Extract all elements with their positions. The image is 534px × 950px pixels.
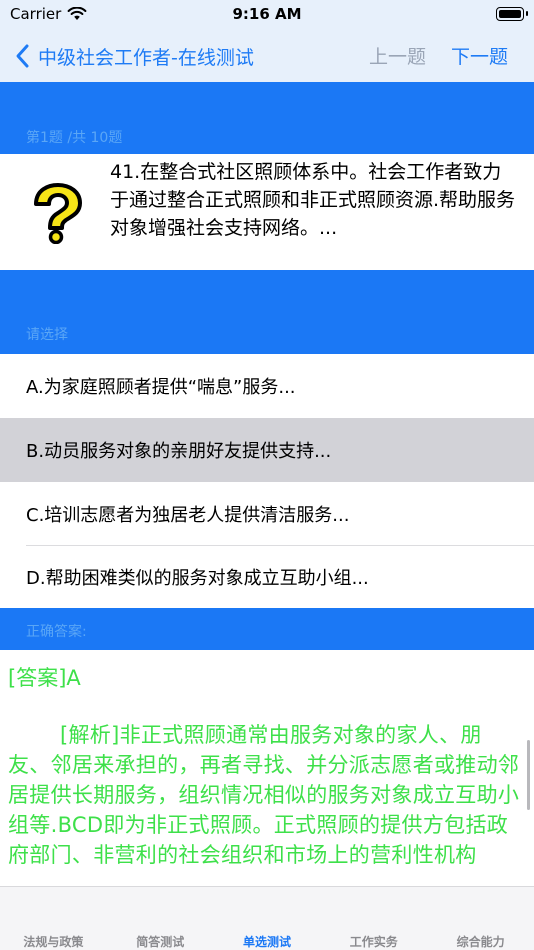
choose-label: 请选择 [26,327,68,343]
tab-regulations[interactable]: 法规与政策 [0,887,107,950]
answer-header-label: 正确答案: [26,624,87,640]
navigation-bar: 中级社会工作者-在线测试 上一题 下一题 [0,30,534,82]
question-number-header: 第1题 /共 10题 [0,82,534,154]
chevron-left-icon [16,44,29,68]
back-button[interactable]: 中级社会工作者-在线测试 [12,38,254,74]
nav-title: 中级社会工作者-在线测试 [38,46,254,69]
tab-practice[interactable]: 工作实务 [320,887,427,950]
question-mark-icon [34,183,82,244]
tab-single-choice[interactable]: 单选测试 [214,887,321,950]
scroll-indicator[interactable] [527,740,530,810]
question-card: 41.在整合式社区照顾体系中。社会工作者致力于通过整合正式照顾和非正式照顾资源.… [0,154,534,270]
answer-header: 正确答案: [0,608,534,650]
next-question-button[interactable]: 下一题 [451,42,508,69]
option-label: B.动员服务对象的亲朋好友提供支持... [26,441,332,462]
option-b[interactable]: B.动员服务对象的亲朋好友提供支持... [0,418,534,482]
option-c[interactable]: C.培训志愿者为独居老人提供清洁服务... [0,482,534,546]
answer-text-view[interactable]: [答案]A [解析]非正式照顾通常由服务对象的家人、朋友、邻居来承担的，再者寻找… [0,650,534,886]
battery-icon [496,7,528,21]
option-a[interactable]: A.为家庭照顾者提供“喘息”服务... [0,354,534,418]
tab-short-answer[interactable]: 简答测试 [107,887,214,950]
option-label: A.为家庭照顾者提供“喘息”服务... [26,377,296,398]
option-label: C.培训志愿者为独居老人提供清洁服务... [26,505,350,526]
status-bar: Carrier 9:16 AM [0,0,534,30]
previous-question-button[interactable]: 上一题 [369,42,426,69]
tab-comprehensive[interactable]: 综合能力 [427,887,534,950]
status-time: 9:16 AM [232,5,302,23]
analysis-text: [解析]非正式照顾通常由服务对象的家人、朋友、邻居来承担的，再者寻找、并分派志愿… [8,723,520,867]
answer-label: [答案]A [8,666,81,690]
question-number-label: 第1题 /共 10题 [26,130,123,146]
option-d[interactable]: D.帮助困难类似的服务对象成立互助小组... [0,546,534,608]
question-text: 41.在整合式社区照顾体系中。社会工作者致力于通过整合正式照顾和非正式照顾资源.… [110,161,516,239]
choose-header: 请选择 [0,270,534,354]
option-label: D.帮助困难类似的服务对象成立互助小组... [26,568,369,589]
tab-bar: 法规与政策 简答测试 单选测试 工作实务 综合能力 [0,886,534,950]
